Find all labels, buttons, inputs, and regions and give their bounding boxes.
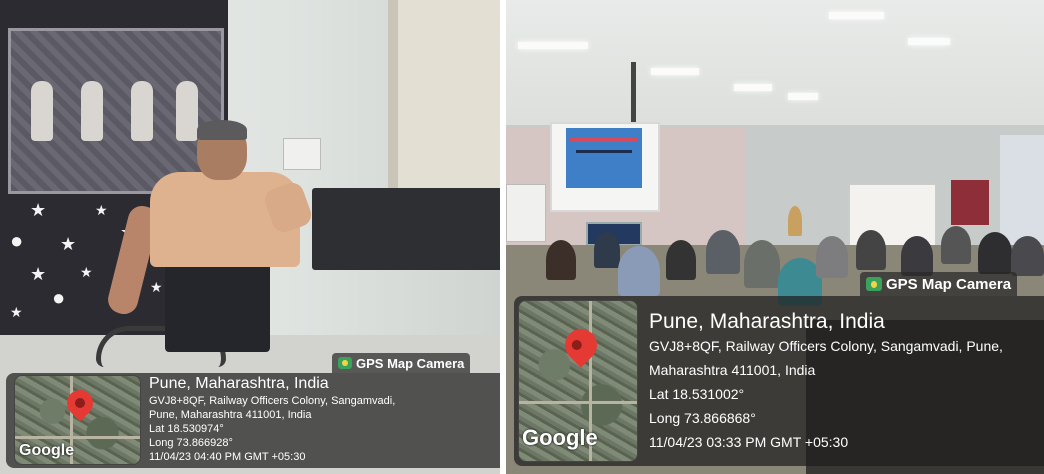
presenter-trousers [165, 262, 270, 352]
map-pin-icon [558, 322, 604, 368]
whiteboard [506, 184, 546, 242]
audience-member [816, 236, 848, 278]
slide-heading [570, 138, 638, 142]
ceiling-light [518, 42, 588, 49]
star-icon: ★ [60, 234, 77, 254]
map-road [519, 401, 637, 404]
latitude: Lat 18.531002° [649, 386, 745, 402]
ceiling-light [734, 84, 772, 91]
window [1000, 135, 1044, 245]
audience-member [666, 240, 696, 280]
gps-info-panel: Google Pune, Maharashtra, India GVJ8+8QF… [6, 373, 500, 468]
audience-member [744, 240, 780, 288]
warli-artwork [8, 28, 224, 194]
location-title: Pune, Maharashtra, India [149, 375, 329, 392]
projected-slide [566, 128, 642, 188]
audience-member [594, 232, 620, 268]
star-icon: ★ [80, 264, 93, 280]
audience-member [546, 240, 576, 280]
address-line-2: Maharashtra 411001, India [649, 362, 816, 378]
speaker-box [312, 188, 500, 270]
map-pin-icon [61, 384, 99, 422]
ceiling-light [829, 12, 884, 19]
location-title: Pune, Maharashtra, India [649, 310, 885, 333]
timestamp: 11/04/23 04:40 PM GMT +05:30 [149, 451, 306, 463]
latitude: Lat 18.530974° [149, 423, 224, 435]
star-icon: ★ [30, 200, 47, 220]
gps-camera-icon [866, 277, 882, 291]
art-figure [176, 81, 198, 141]
map-thumbnail: Google [518, 300, 638, 462]
slide-text [576, 150, 632, 153]
star-icon: ● [10, 228, 24, 253]
star-icon: ● [52, 285, 66, 310]
address-line-1: GVJ8+8QF, Railway Officers Colony, Sanga… [149, 395, 396, 407]
audience-member [978, 232, 1012, 274]
photo-speaker-presenting: ★ ★ ★ ● ★ ★ ★ ● ★ ★ GPS Map Camera Googl… [0, 0, 500, 474]
audience-member [1011, 236, 1044, 276]
gps-info-panel: Google Pune, Maharashtra, India GVJ8+8QF… [514, 296, 1044, 466]
gps-map-camera-tag: GPS Map Camera [860, 272, 1018, 296]
audience-member [856, 230, 886, 270]
presenter-at-front [788, 206, 802, 236]
google-watermark: Google [19, 442, 75, 459]
audience-member [901, 236, 933, 276]
ceiling-light [788, 93, 818, 100]
star-icon: ★ [95, 202, 108, 218]
address-line-2: Pune, Maharashtra 411001, India [149, 409, 312, 421]
star-icon: ★ [30, 264, 47, 284]
ceiling-light [651, 68, 699, 75]
timestamp: 11/04/23 03:33 PM GMT +05:30 [649, 434, 849, 450]
audience-member [941, 226, 971, 264]
door [395, 0, 500, 190]
art-figure [31, 81, 53, 141]
longitude: Long 73.866928° [149, 437, 233, 449]
google-watermark: Google [522, 425, 598, 450]
audience-member [618, 246, 660, 296]
photo-classroom-audience: GPS Map Camera Google Pune, Maharashtra,… [506, 0, 1044, 474]
audience-member [706, 230, 740, 274]
map-thumbnail: Google [14, 375, 141, 465]
gps-map-camera-tag: GPS Map Camera [332, 353, 471, 373]
star-icon: ★ [10, 304, 23, 320]
map-road [15, 436, 140, 439]
art-figure [81, 81, 103, 141]
address-line-1: GVJ8+8QF, Railway Officers Colony, Sanga… [649, 338, 1003, 354]
projector-mount [631, 62, 636, 128]
star-icon: ★ [150, 279, 163, 295]
longitude: Long 73.866868° [649, 410, 756, 426]
gps-camera-icon [338, 357, 352, 369]
ceiling [506, 0, 1044, 125]
gps-tag-label: GPS Map Camera [356, 355, 465, 371]
presenter-hair [197, 120, 247, 140]
art-figure [131, 81, 153, 141]
gps-tag-label: GPS Map Camera [886, 275, 1012, 293]
red-panel [951, 180, 989, 225]
switch-board [283, 138, 321, 170]
ceiling-light [908, 38, 950, 45]
